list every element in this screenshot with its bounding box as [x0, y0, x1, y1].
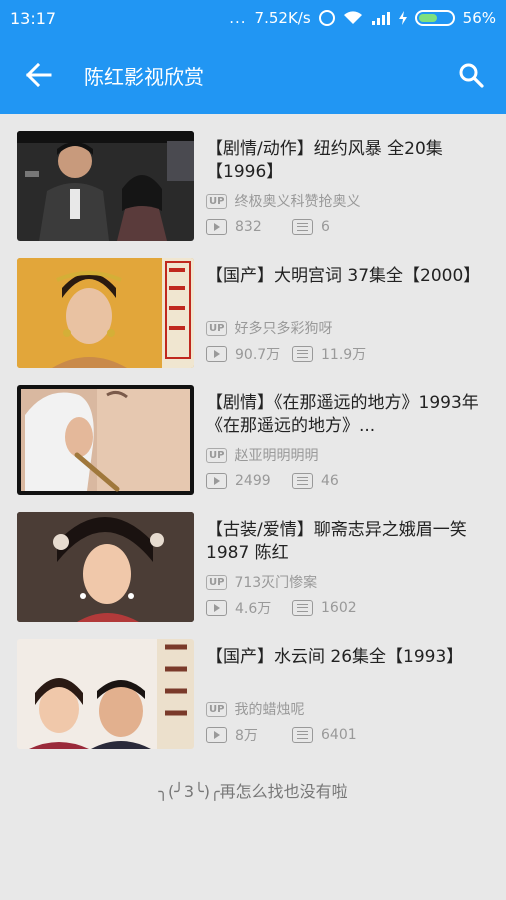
video-item[interactable]: 【国产】水云间 26集全【1993】 UP 我的蜡烛呢 8万 6401 — [0, 636, 506, 763]
video-title[interactable]: 【国产】大明宫词 37集全【2000】 — [206, 265, 492, 311]
video-info: 【剧情】《在那遥远的地方》1993年《在那遥远的地方》... UP 赵亚明明明明… — [206, 392, 492, 491]
app-bar: 陈红影视欣赏 — [0, 36, 506, 114]
view-count-value: 832 — [235, 219, 262, 235]
status-indicators: ... 7.52K/s 56% — [229, 9, 496, 27]
danmaku-count-value: 6 — [321, 219, 330, 235]
charging-icon — [398, 11, 407, 25]
stats-row: 90.7万 11.9万 — [206, 344, 492, 364]
danmaku-count-value: 11.9万 — [321, 347, 367, 363]
view-count-value: 8万 — [235, 728, 258, 744]
page-title: 陈红影视欣赏 — [84, 64, 204, 89]
signal-icon — [371, 12, 390, 25]
view-count: 8万 — [206, 725, 292, 745]
video-list: 【剧情/动作】纽约风暴 全20集【1996】 UP 终极奥义科赞抢奥义 832 … — [0, 128, 506, 763]
search-button[interactable] — [436, 36, 506, 114]
uploader-row: UP 好多只多彩狗呀 — [206, 318, 492, 338]
video-item[interactable]: 【古装/爱情】聊斋志异之娥眉一笑1987 陈红 UP 713灭门惨案 4.6万 … — [0, 509, 506, 636]
uploader-row: UP 我的蜡烛呢 — [206, 699, 492, 719]
up-badge-icon: UP — [206, 320, 228, 336]
uploader-name[interactable]: 好多只多彩狗呀 — [234, 318, 332, 338]
uploader-row: UP 713灭门惨案 — [206, 572, 492, 592]
danmaku-icon — [292, 727, 313, 743]
play-count-icon — [206, 727, 227, 743]
video-title[interactable]: 【国产】水云间 26集全【1993】 — [206, 646, 492, 692]
danmaku-count: 1602 — [292, 600, 357, 616]
view-count: 2499 — [206, 473, 292, 489]
video-thumbnail[interactable] — [17, 639, 194, 749]
uploader-name[interactable]: 赵亚明明明明 — [234, 445, 318, 465]
stats-row: 832 6 — [206, 217, 492, 237]
video-item[interactable]: 【剧情/动作】纽约风暴 全20集【1996】 UP 终极奥义科赞抢奥义 832 … — [0, 128, 506, 255]
stats-row: 4.6万 1602 — [206, 598, 492, 618]
arrow-left-icon — [26, 63, 52, 87]
uploader-name[interactable]: 713灭门惨案 — [234, 572, 317, 592]
alarm-icon — [318, 10, 335, 26]
video-thumbnail[interactable] — [17, 258, 194, 368]
video-info: 【国产】水云间 26集全【1993】 UP 我的蜡烛呢 8万 6401 — [206, 646, 492, 745]
up-badge-icon: UP — [206, 193, 228, 209]
view-count: 90.7万 — [206, 344, 292, 364]
danmaku-icon — [292, 473, 313, 489]
net-speed: 7.52K/s — [254, 9, 311, 27]
video-info: 【剧情/动作】纽约风暴 全20集【1996】 UP 终极奥义科赞抢奥义 832 … — [206, 138, 492, 237]
uploader-name[interactable]: 我的蜡烛呢 — [234, 699, 304, 719]
video-title[interactable]: 【剧情】《在那遥远的地方》1993年《在那遥远的地方》... — [206, 392, 492, 438]
up-badge-icon: UP — [206, 574, 228, 590]
video-item[interactable]: 【国产】大明宫词 37集全【2000】 UP 好多只多彩狗呀 90.7万 11.… — [0, 255, 506, 382]
wifi-icon — [343, 11, 362, 24]
danmaku-count: 6 — [292, 219, 330, 235]
video-info: 【古装/爱情】聊斋志异之娥眉一笑1987 陈红 UP 713灭门惨案 4.6万 … — [206, 519, 492, 618]
uploader-row: UP 赵亚明明明明 — [206, 445, 492, 465]
uploader-name[interactable]: 终极奥义科赞抢奥义 — [234, 191, 360, 211]
view-count: 4.6万 — [206, 598, 292, 618]
video-title[interactable]: 【剧情/动作】纽约风暴 全20集【1996】 — [206, 138, 492, 184]
status-time: 13:17 — [10, 8, 57, 28]
up-badge-icon: UP — [206, 447, 228, 463]
danmaku-icon — [292, 219, 313, 235]
up-badge-icon: UP — [206, 701, 228, 717]
danmaku-count-value: 1602 — [321, 600, 357, 616]
video-thumbnail[interactable] — [17, 385, 194, 495]
status-bar: 13:17 ... 7.52K/s 56% — [0, 0, 506, 36]
battery-icon — [414, 10, 455, 26]
battery-percent: 56% — [462, 9, 496, 27]
danmaku-count: 46 — [292, 473, 339, 489]
more-dots: ... — [229, 9, 247, 27]
view-count-value: 90.7万 — [235, 347, 281, 363]
play-count-icon — [206, 346, 227, 362]
video-title[interactable]: 【古装/爱情】聊斋志异之娥眉一笑1987 陈红 — [206, 519, 492, 565]
video-info: 【国产】大明宫词 37集全【2000】 UP 好多只多彩狗呀 90.7万 11.… — [206, 265, 492, 364]
uploader-row: UP 终极奥义科赞抢奥义 — [206, 191, 492, 211]
stats-row: 2499 46 — [206, 471, 492, 491]
video-thumbnail[interactable] — [17, 131, 194, 241]
back-button[interactable] — [0, 36, 78, 114]
video-thumbnail[interactable] — [17, 512, 194, 622]
danmaku-icon — [292, 600, 313, 616]
danmaku-count: 11.9万 — [292, 344, 366, 364]
danmaku-count-value: 46 — [321, 473, 339, 489]
danmaku-count: 6401 — [292, 727, 357, 743]
play-count-icon — [206, 219, 227, 235]
video-item[interactable]: 【剧情】《在那遥远的地方》1993年《在那遥远的地方》... UP 赵亚明明明明… — [0, 382, 506, 509]
stats-row: 8万 6401 — [206, 725, 492, 745]
view-count: 832 — [206, 219, 292, 235]
view-count-value: 4.6万 — [235, 601, 272, 617]
end-of-list-message: ╮(╯3╰)╭再怎么找也没有啦 — [158, 782, 348, 801]
search-icon — [459, 63, 484, 88]
view-count-value: 2499 — [235, 473, 271, 489]
play-count-icon — [206, 600, 227, 616]
play-count-icon — [206, 473, 227, 489]
danmaku-icon — [292, 346, 313, 362]
danmaku-count-value: 6401 — [321, 727, 357, 743]
